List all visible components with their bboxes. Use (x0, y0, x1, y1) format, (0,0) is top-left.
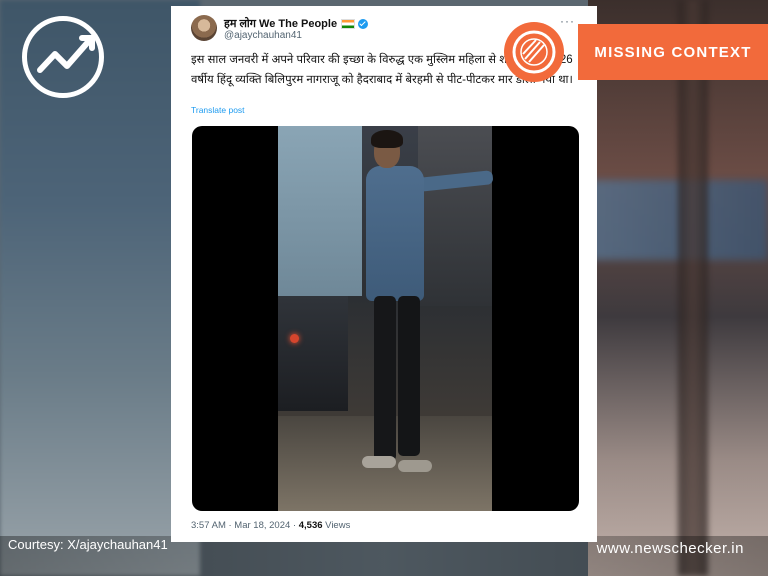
video-frame (278, 126, 494, 511)
person-leg-left (374, 296, 396, 461)
views-label: Views (322, 520, 351, 531)
fact-check-icon (504, 22, 564, 82)
person-shoe-right (398, 460, 432, 472)
site-url: www.newschecker.in (596, 540, 744, 557)
views-count: 4,536 (298, 520, 323, 531)
person-hair (371, 130, 403, 148)
newschecker-logo-icon (22, 16, 104, 98)
display-name[interactable]: हम लोग We The People (224, 18, 337, 30)
user-handle[interactable]: @ajaychauhan41 (224, 30, 302, 41)
video-wall (278, 126, 362, 296)
background-right (588, 0, 768, 576)
tweet-card: हम लोग We The People @ajaychauhan41 ··· … (171, 6, 597, 542)
person-torso (366, 166, 424, 301)
translate-post-link[interactable]: Translate post (191, 105, 245, 115)
india-flag-icon (341, 19, 356, 30)
tweet-video[interactable] (192, 126, 579, 511)
video-vehicle (278, 296, 348, 411)
tweet-timestamp[interactable]: 3:57 AM · Mar 18, 2024 · (191, 520, 299, 531)
video-red-light (290, 334, 299, 343)
video-building (418, 126, 492, 306)
person-shoe-left (362, 456, 396, 468)
tweet-meta: 3:57 AM · Mar 18, 2024 · 4,536 Views (191, 520, 350, 531)
missing-context-badge: MISSING CONTEXT (578, 24, 768, 80)
background-post (678, 0, 708, 576)
display-name-row[interactable]: हम लोग We The People (224, 16, 369, 31)
verified-badge-icon (358, 19, 369, 30)
courtesy-credit: Courtesy: X/ajaychauhan41 (8, 537, 168, 552)
avatar[interactable] (191, 15, 217, 41)
person-leg-right (398, 296, 420, 456)
